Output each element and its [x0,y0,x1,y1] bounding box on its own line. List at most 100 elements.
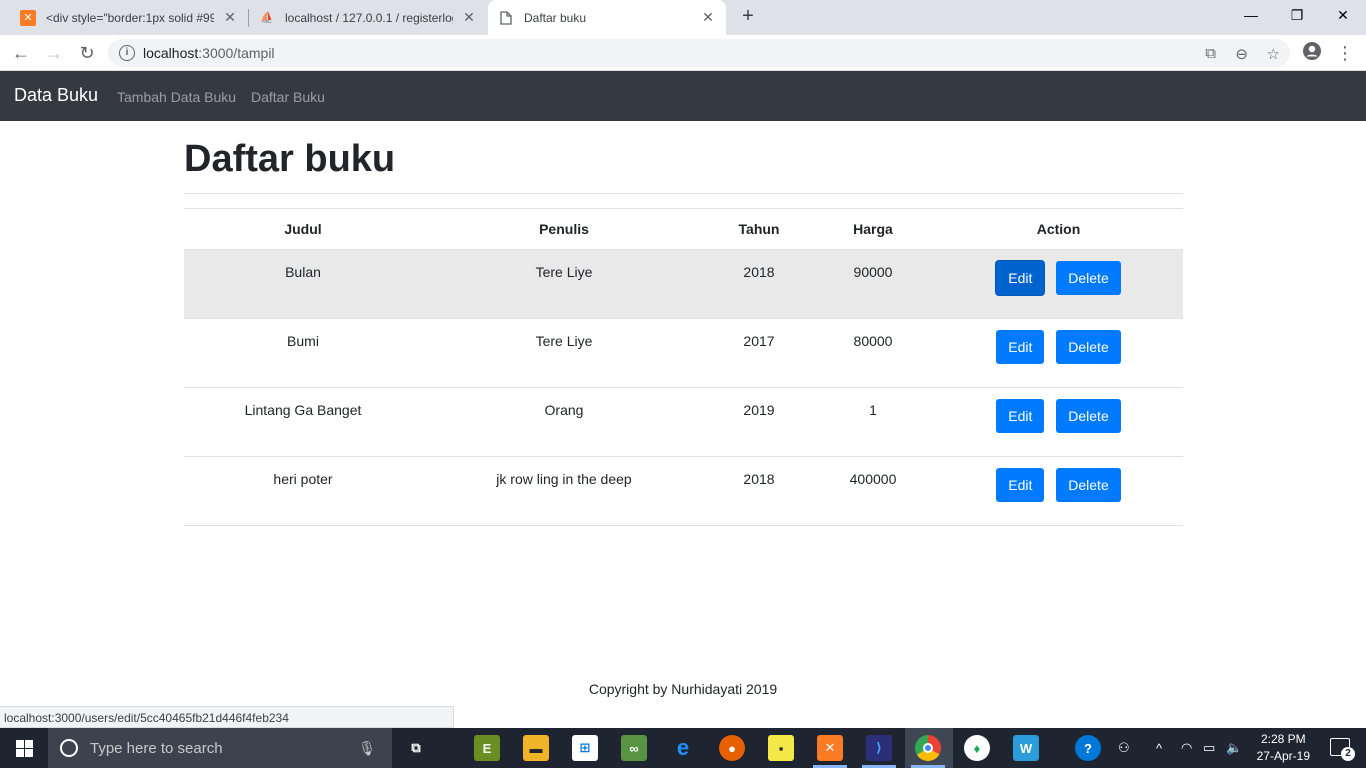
cell-action: Edit Delete [934,387,1183,457]
windows-taskbar: Type here to search 🎙 ⧉ E ▬ ⊞ ∞ e ● ▪ ✕ … [0,728,1366,768]
cell-action: Edit Delete [934,456,1183,526]
start-button[interactable] [0,728,48,768]
link-status-bar: localhost:3000/users/edit/5cc40465fb21d4… [0,706,454,728]
wps-icon[interactable]: W [1013,735,1039,761]
action-center-icon[interactable]: 2 [1330,738,1355,761]
column-header-action: Action [934,208,1183,250]
page-icon [498,10,514,26]
cell-tahun: 2019 [706,387,812,457]
column-header-harga: Harga [812,208,934,250]
cortana-icon [60,739,78,757]
table-row: Lintang Ga Banget Orang 2019 1 Edit Dele… [184,387,1183,457]
nav-link-tambah-data-buku[interactable]: Tambah Data Buku [117,89,236,105]
cell-harga: 1 [812,387,934,457]
window-close-icon[interactable]: ✕ [1320,0,1366,30]
edge-icon[interactable]: e [670,735,696,761]
phpmyadmin-icon: ⛵ [260,12,274,24]
system-clock[interactable]: 2:28 PM 27-Apr-19 [1257,731,1310,765]
delete-button[interactable]: Delete [1056,330,1121,364]
task-view-icon[interactable]: ⧉ [403,735,429,761]
address-bar[interactable]: i localhost:3000/tampil ⧉ ⊖ ☆ [108,39,1290,67]
url-host: localhost [143,45,199,61]
cell-action: Edit Delete [934,318,1183,388]
table-row: heri poter jk row ling in the deep 2018 … [184,456,1183,526]
column-header-penulis: Penulis [422,208,706,250]
info-icon[interactable]: i [119,45,135,61]
reload-icon[interactable]: ↻ [75,41,99,65]
page-title: Daftar buku [184,138,396,180]
evernote-icon[interactable]: E [474,735,500,761]
search-placeholder: Type here to search [90,739,223,757]
tab-title: Daftar buku [524,10,587,25]
app-navbar: Data Buku Tambah Data Buku Daftar Buku [0,71,1366,121]
vscode-icon[interactable]: ⟩ [866,735,892,761]
navbar-brand[interactable]: Data Buku [14,85,98,106]
windows-logo-icon [15,739,33,757]
cell-judul: Lintang Ga Banget [184,387,422,457]
edit-button[interactable]: Edit [996,468,1045,502]
people-icon[interactable]: ⚇ [1118,728,1130,768]
cell-judul: Bulan [184,249,422,319]
cell-tahun: 2018 [706,249,812,319]
nav-link-daftar-buku[interactable]: Daftar Buku [251,89,325,105]
menu-icon[interactable]: ⋮ [1333,41,1357,65]
edit-button[interactable]: Edit [996,261,1045,295]
mongodb-compass-icon[interactable]: ♦ [964,735,990,761]
battery-icon[interactable]: ▭ [1203,728,1215,768]
store-icon[interactable]: ⊞ [572,735,598,761]
new-tab-icon[interactable]: + [736,5,760,29]
notification-count: 2 [1341,747,1355,761]
bookmark-star-icon[interactable]: ☆ [1267,45,1280,63]
table-header-row: Judul Penulis Tahun Harga Action [184,208,1183,250]
tab-daftar-buku[interactable]: Daftar buku ✕ [488,0,726,35]
taskbar-search-box[interactable]: Type here to search 🎙 [48,728,392,768]
url-text[interactable]: localhost:3000/tampil [143,45,275,61]
cell-judul: Bumi [184,318,422,388]
delete-button[interactable]: Delete [1056,261,1121,295]
minimize-icon[interactable]: — [1228,0,1274,30]
cell-action: Edit Delete [934,249,1183,319]
edit-button[interactable]: Edit [996,330,1045,364]
cell-penulis: Orang [422,387,706,457]
browser-toolbar: ← → ↻ i localhost:3000/tampil ⧉ ⊖ ☆ ⋮ [0,35,1366,71]
tab-xampp[interactable]: ✕ <div style="border:1px solid #99 ✕ [10,0,248,35]
zoom-icon[interactable]: ⊖ [1235,45,1248,63]
page-footer: Copyright by Nurhidayati 2019 [588,681,778,697]
chrome-icon[interactable] [915,735,941,761]
browser-tab-strip: ✕ <div style="border:1px solid #99 ✕ ⛵ l… [0,0,1366,35]
xampp-icon: ✕ [20,9,36,26]
table-row: Bulan Tere Liye 2018 90000 Edit Delete [184,249,1183,319]
cell-harga: 400000 [812,456,934,526]
close-icon[interactable]: ✕ [461,9,477,26]
sticky-notes-icon[interactable]: ▪ [768,735,794,761]
translate-icon[interactable]: ⧉ [1205,45,1216,62]
edit-button[interactable]: Edit [996,399,1045,433]
firefox-icon[interactable]: ● [719,735,745,761]
delete-button[interactable]: Delete [1056,399,1121,433]
cell-judul: heri poter [184,456,422,526]
file-explorer-icon[interactable]: ▬ [523,735,549,761]
tripadvisor-icon[interactable]: ∞ [621,735,647,761]
volume-icon[interactable]: 🔈 [1226,728,1242,768]
tab-phpmyadmin[interactable]: ⛵ localhost / 127.0.0.1 / registerlog ✕ [249,0,487,35]
restore-icon[interactable]: ❐ [1274,0,1320,30]
help-icon[interactable]: ? [1075,735,1101,761]
show-hidden-icons-chevron-icon[interactable]: ^ [1156,728,1162,768]
cell-harga: 80000 [812,318,934,388]
cell-penulis: jk row ling in the deep [422,456,706,526]
divider [184,193,1183,194]
cell-penulis: Tere Liye [422,318,706,388]
back-icon[interactable]: ← [9,41,33,65]
close-icon[interactable]: ✕ [700,9,716,26]
xampp-taskbar-icon[interactable]: ✕ [817,735,843,761]
microphone-icon[interactable]: 🎙 [358,740,376,757]
url-path: :3000/tampil [198,45,275,61]
wifi-icon[interactable]: ◠ [1181,728,1192,768]
profile-icon[interactable] [1300,41,1324,65]
close-icon[interactable]: ✕ [222,9,238,26]
cell-tahun: 2018 [706,456,812,526]
cell-tahun: 2017 [706,318,812,388]
table-row: Bumi Tere Liye 2017 80000 Edit Delete [184,318,1183,388]
delete-button[interactable]: Delete [1056,468,1121,502]
forward-icon[interactable]: → [42,41,66,65]
